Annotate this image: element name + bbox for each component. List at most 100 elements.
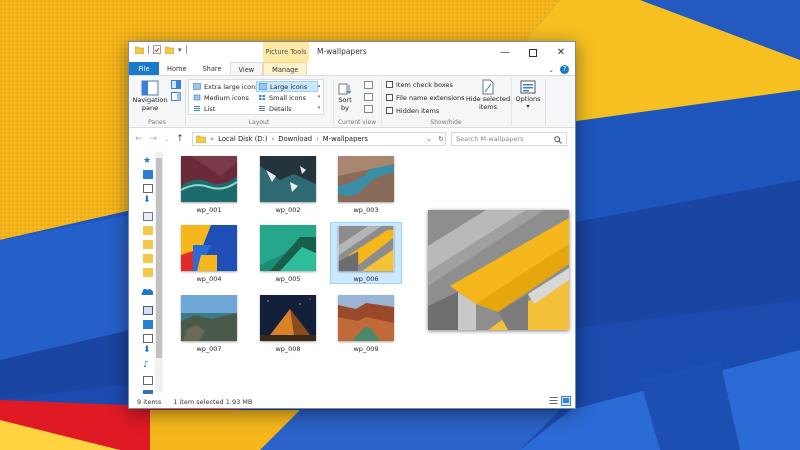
hide-selected-items-button[interactable]: Hide selected items: [464, 79, 512, 111]
maximize-button[interactable]: [519, 42, 547, 63]
close-button[interactable]: ✕: [547, 42, 575, 63]
tab-share[interactable]: Share: [194, 62, 229, 76]
documents-icon[interactable]: [143, 334, 153, 343]
file-name-extensions-checkbox[interactable]: File name extensions: [386, 92, 465, 103]
tab-home[interactable]: Home: [159, 62, 194, 76]
list-option[interactable]: List: [191, 103, 217, 114]
tab-manage[interactable]: Manage: [263, 62, 308, 76]
desktop-icon[interactable]: [143, 170, 153, 179]
pane-toggles: [171, 80, 181, 101]
picture-tools-context-tab: Picture Tools: [263, 42, 309, 62]
navigation-pane-button[interactable]: Navigation pane: [132, 80, 168, 112]
file-item-wp-002[interactable]: wp_002: [252, 153, 324, 215]
minimize-button[interactable]: —: [491, 42, 519, 63]
tab-file[interactable]: File: [129, 62, 159, 76]
medium-icons-label: Medium icons: [204, 93, 249, 102]
search-input[interactable]: Search M-wallpapers: [451, 132, 567, 146]
address-overflow-icon[interactable]: «: [210, 135, 214, 143]
large-icons-option[interactable]: Large icons: [256, 81, 318, 92]
preview-pane-image: [428, 210, 569, 330]
group-by-icon[interactable]: [364, 81, 373, 89]
item-check-boxes-checkbox[interactable]: Item check boxes: [386, 79, 465, 90]
details-option[interactable]: Details: [256, 103, 294, 114]
options-button[interactable]: Options ▾: [514, 80, 542, 111]
file-item-wp-008[interactable]: wp_008: [252, 292, 324, 354]
chevron-down-icon[interactable]: ▾: [178, 46, 182, 54]
sort-by-label-line1: Sort: [338, 96, 352, 104]
file-name: wp_008: [275, 345, 301, 353]
qat-divider: [185, 45, 187, 54]
checkbox-label: File name extensions: [396, 93, 465, 102]
options-label: Options: [515, 95, 541, 103]
recent-locations-chevron-icon[interactable]: ⌄: [164, 136, 169, 143]
ribbon-tabs: File Home Share View Manage ⌄ ?: [129, 62, 575, 76]
size-columns-icon[interactable]: [364, 105, 373, 113]
documents-icon[interactable]: [143, 212, 153, 221]
small-icons-icon: [259, 95, 265, 100]
layout-scroll-arrows[interactable]: ▴ ▾ ▾: [316, 81, 322, 114]
close-icon: ✕: [556, 47, 566, 58]
breadcrumb-m-wallpapers[interactable]: M-wallpapers: [323, 135, 368, 143]
breadcrumb-local-disk[interactable]: Local Disk (D:): [218, 135, 267, 143]
folder-icon[interactable]: [143, 240, 153, 249]
file-item-wp-006[interactable]: wp_006: [330, 222, 402, 284]
file-item-wp-009[interactable]: wp_009: [330, 292, 402, 354]
sort-by-button[interactable]: Sort by: [338, 82, 352, 112]
this-pc-icon[interactable]: [143, 306, 153, 315]
layout-group-label: Layout: [248, 119, 270, 126]
extra-large-icons-option[interactable]: Extra large icons: [191, 81, 261, 92]
back-arrow-icon[interactable]: ←: [135, 134, 143, 144]
new-folder-icon[interactable]: [165, 46, 174, 54]
downloads-icon[interactable]: ⬇: [143, 195, 151, 205]
onedrive-icon[interactable]: [141, 288, 153, 296]
file-item-wp-005[interactable]: wp_005: [252, 222, 324, 284]
checkbox-label: Hidden items: [396, 106, 440, 115]
pictures-icon[interactable]: [143, 376, 153, 385]
panes-group: Navigation pane Panes: [131, 77, 183, 127]
address-dropdown-icon[interactable]: ⌄: [426, 135, 431, 143]
breadcrumb-download[interactable]: Download: [278, 135, 312, 143]
pictures-icon[interactable]: [143, 184, 153, 193]
tab-view[interactable]: View: [229, 62, 264, 76]
details-view-icon[interactable]: [549, 396, 558, 405]
options-group: Options ▾: [512, 77, 544, 127]
details-pane-icon[interactable]: [171, 92, 181, 101]
hide-selected-items-label-line1: Hide selected: [465, 95, 511, 103]
up-arrow-icon[interactable]: ↑: [176, 134, 184, 144]
file-item-wp-003[interactable]: wp_003: [330, 153, 402, 215]
navigation-pane-scrollbar[interactable]: [155, 152, 163, 392]
preview-pane-icon[interactable]: [171, 80, 181, 89]
properties-icon[interactable]: [153, 45, 161, 54]
folder-icon[interactable]: [143, 226, 153, 235]
breadcrumb-separator-icon[interactable]: ›: [272, 135, 275, 143]
add-columns-icon[interactable]: [364, 93, 373, 101]
large-icons-view-icon[interactable]: [561, 396, 571, 406]
folder-icon[interactable]: [143, 254, 153, 263]
extra-large-icons-label: Extra large icons: [204, 82, 259, 91]
qat-divider: [148, 45, 149, 54]
file-item-wp-007[interactable]: wp_007: [173, 292, 245, 354]
forward-arrow-icon[interactable]: →: [150, 134, 158, 144]
show-hide-group-label: Show/hide: [430, 119, 462, 126]
small-icons-option[interactable]: Small icons: [256, 92, 308, 103]
thumbnail-canyon: [338, 295, 394, 341]
chevron-down-icon[interactable]: ⌄: [548, 66, 554, 74]
downloads-icon[interactable]: ⬇: [143, 345, 151, 355]
address-bar[interactable]: « Local Disk (D:) › Download › M-wallpap…: [192, 132, 446, 146]
desktop-icon[interactable]: [143, 320, 153, 329]
current-view-group: Sort by Current view: [334, 77, 380, 127]
hide-selected-items-icon: [482, 79, 494, 95]
scrollbar-thumb[interactable]: [156, 158, 162, 358]
medium-icons-option[interactable]: Medium icons: [191, 92, 251, 103]
help-icon[interactable]: ?: [560, 65, 569, 74]
refresh-icon[interactable]: ↻: [438, 135, 443, 143]
thumbnail-pyramid-night: [260, 295, 316, 341]
current-view-group-label: Current view: [337, 119, 377, 126]
quick-access-star-icon[interactable]: ★: [143, 156, 151, 166]
folder-icon[interactable]: [143, 268, 153, 277]
music-icon[interactable]: ♪: [143, 360, 149, 370]
breadcrumb-separator-icon[interactable]: ›: [316, 135, 319, 143]
file-item-wp-001[interactable]: wp_001: [173, 153, 245, 215]
file-item-wp-004[interactable]: wp_004: [173, 222, 245, 284]
hidden-items-checkbox[interactable]: Hidden items: [386, 105, 465, 116]
